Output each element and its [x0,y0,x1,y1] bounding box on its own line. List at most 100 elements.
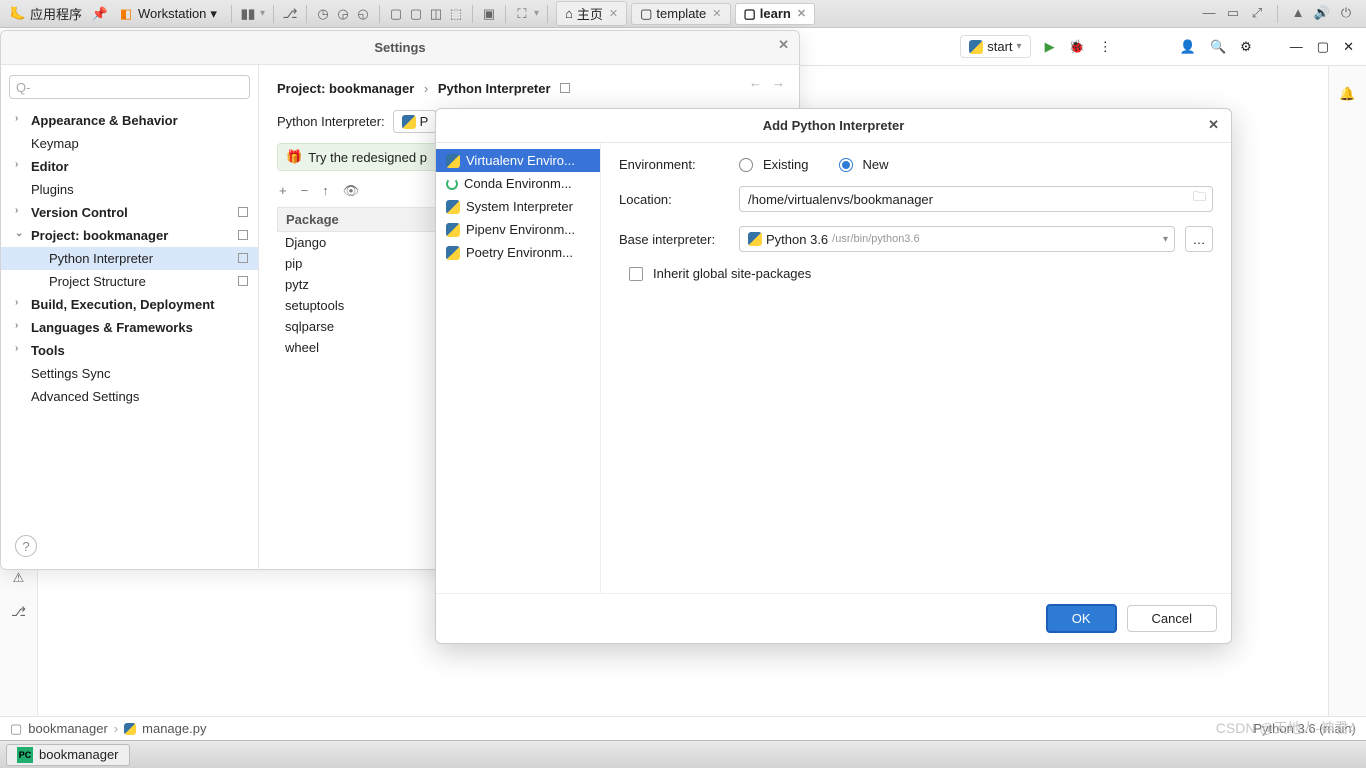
minimize-icon[interactable]: — [1201,5,1217,21]
notifications-icon[interactable]: 🔔 [1339,86,1355,716]
close-icon[interactable]: ✕ [778,37,789,53]
dialog-title-label: Add Python Interpreter [763,118,905,133]
close-icon[interactable]: ✕ [712,7,721,20]
chevron-down-icon: ▾ [260,8,265,19]
forward-icon[interactable]: → [772,75,785,90]
help-icon[interactable]: ? [15,535,37,557]
type-pipenv[interactable]: Pipenv Environm... [436,218,600,241]
location-input[interactable]: /home/virtualenvs/bookmanager 🗀 [739,186,1213,212]
layout3-icon[interactable]: ◫ [428,6,444,22]
taskbar-item[interactable]: PC bookmanager [6,744,130,766]
volume-icon[interactable]: 🔊 [1314,5,1330,21]
layout4-icon[interactable]: ⬚ [448,6,464,22]
dialog-footer: OK Cancel [436,593,1231,643]
nav-python-interpreter[interactable]: Python Interpreter [1,247,258,270]
type-poetry[interactable]: Poetry Environm... [436,241,600,264]
dialog-titlebar: Add Python Interpreter ✕ [436,109,1231,143]
gear-icon[interactable]: ⚙ [1240,39,1252,55]
restore-icon[interactable]: ▭ [1225,5,1241,21]
breadcrumb-project[interactable]: bookmanager [28,721,108,736]
workstation-menu[interactable]: ◧ Workstation ▾ [112,6,223,22]
vcs-tool-icon[interactable]: ⎇ [11,604,26,620]
radio-new[interactable] [839,158,853,172]
chevron-down-icon: ▾ [1017,41,1022,52]
pause-icon[interactable]: ▮▮ [240,6,256,22]
nav-plugins[interactable]: Plugins [1,178,258,201]
radio-existing[interactable] [739,158,753,172]
vm-icon: ▢ [640,6,652,22]
window-close-icon[interactable]: ✕ [1343,39,1354,55]
python-icon [402,115,416,129]
run-config-selector[interactable]: start ▾ [960,35,1030,58]
settings-search-input[interactable]: Q- [9,75,250,99]
close-icon[interactable]: ✕ [797,7,806,20]
nav-editor[interactable]: ›Editor [1,155,258,178]
user-icon[interactable]: 👤 [1180,39,1196,55]
nav-advanced[interactable]: Advanced Settings [1,385,258,408]
layout2-icon[interactable]: ▢ [408,6,424,22]
power-icon[interactable]: ⏻ [1338,5,1354,21]
folder-icon[interactable]: 🗀 [1193,188,1206,210]
tab-learn[interactable]: ▢learn✕ [735,3,816,25]
pin-icon[interactable]: 📌 [92,6,108,22]
fullscreen-icon[interactable]: ⛶ [514,6,530,22]
vm-icon: ▢ [744,6,756,22]
gift-icon: 🎁 [286,149,302,165]
search-icon[interactable]: 🔍 [1210,39,1226,55]
nav-tools[interactable]: ›Tools [1,339,258,362]
nav-project[interactable]: ⌄Project: bookmanager [1,224,258,247]
apps-icon: 🦶 [10,6,26,22]
nav-languages[interactable]: ›Languages & Frameworks [1,316,258,339]
tab-template[interactable]: ▢template✕ [631,3,730,25]
snapshot-icon[interactable]: ◶ [335,6,351,22]
os-taskbar: PC bookmanager [0,740,1366,768]
nav-appearance[interactable]: ›Appearance & Behavior [1,109,258,132]
cancel-button[interactable]: Cancel [1127,605,1217,632]
type-virtualenv[interactable]: Virtualenv Enviro... [436,149,600,172]
nav-project-structure[interactable]: Project Structure [1,270,258,293]
nav-keymap[interactable]: Keymap [1,132,258,155]
upgrade-package-icon[interactable]: ↑ [322,183,329,199]
chevron-down-icon: ▾ [210,6,217,22]
clock2-icon[interactable]: ◵ [355,6,371,22]
nav-build[interactable]: ›Build, Execution, Deployment [1,293,258,316]
chevron-down-icon: ▾ [1163,234,1168,245]
eye-icon[interactable]: 👁 [343,183,360,199]
clock-icon[interactable]: ◷ [315,6,331,22]
interpreter-select[interactable]: P [393,110,438,133]
network-icon[interactable]: ▲ [1290,5,1306,21]
window-maximize-icon[interactable]: ▢ [1317,39,1329,55]
more-icon[interactable]: ⋮ [1099,39,1112,55]
new-label: New [863,157,889,172]
remove-package-icon[interactable]: − [301,183,309,199]
type-system[interactable]: System Interpreter [436,195,600,218]
ok-button[interactable]: OK [1046,604,1117,633]
nav-version-control[interactable]: ›Version Control [1,201,258,224]
nav-settings-sync[interactable]: Settings Sync [1,362,258,385]
close-icon[interactable]: ✕ [609,7,618,20]
close-icon[interactable]: ✕ [1208,117,1219,133]
breadcrumb-file[interactable]: manage.py [142,721,206,736]
type-conda[interactable]: Conda Environm... [436,172,600,195]
terminal-icon[interactable]: ▣ [481,6,497,22]
inherit-checkbox[interactable] [629,267,643,281]
window-minimize-icon[interactable]: — [1290,39,1303,54]
problems-tool-icon[interactable]: ⚠ [13,570,25,586]
python-icon [124,723,136,735]
base-interpreter-select[interactable]: Python 3.6 /usr/bin/python3.6 ▾ [739,226,1175,252]
run-icon[interactable]: ▶ [1045,39,1055,55]
browse-button[interactable]: … [1185,226,1213,252]
tree-icon[interactable]: ⎇ [282,6,298,22]
conda-icon [446,178,458,190]
debug-icon[interactable]: 🐞 [1069,39,1085,55]
python-icon [446,246,460,260]
applications-menu[interactable]: 🦶 应用程序 [4,4,88,23]
expand-icon[interactable]: ⤢ [1249,5,1265,21]
dialog-form: Environment: Existing New Location: /hom… [601,143,1231,593]
inherit-label: Inherit global site-packages [653,266,811,281]
layout1-icon[interactable]: ▢ [388,6,404,22]
tab-home[interactable]: ⌂主页✕ [556,1,627,26]
back-icon[interactable]: ← [749,75,762,90]
existing-label: Existing [763,157,809,172]
add-package-icon[interactable]: + [279,183,287,199]
